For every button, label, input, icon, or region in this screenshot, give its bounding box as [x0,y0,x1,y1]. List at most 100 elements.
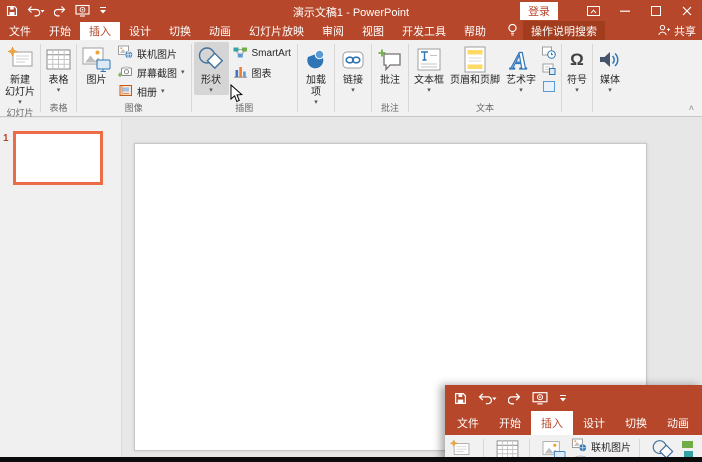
title-bar: 演示文稿1 - PowerPoint 登录 [0,0,702,22]
start-slideshow-icon[interactable] [532,391,548,405]
tab-help[interactable]: 帮助 [455,22,495,40]
lightbulb-icon [507,23,518,40]
group-label-text: 文本 [409,102,561,116]
picture-button[interactable]: 图片 [79,42,114,87]
tab-review[interactable]: 审阅 [313,22,353,40]
tab-insert[interactable]: 插入 [80,22,120,40]
customize-qat-icon[interactable] [559,394,567,403]
person-icon [657,24,670,39]
new-slide-button[interactable]: 新建 幻灯片 ▾ [2,42,38,107]
shapes-label: 形状 [201,75,221,87]
minimize-button[interactable] [609,0,640,22]
wordart-button[interactable]: A 艺术字 ▾ [503,42,539,95]
dropdown-arrow-icon: ▾ [427,87,431,95]
svg-text:A: A [509,48,528,73]
mini-tab-transitions[interactable]: 切换 [615,411,657,435]
bottom-black-strip [0,457,702,462]
save-icon[interactable] [454,392,467,405]
table-label: 表格 [49,75,69,87]
dropdown-arrow-icon: ▾ [161,88,165,96]
group-label-addins [298,107,334,116]
tab-developer[interactable]: 开发工具 [393,22,455,40]
shapes-icon [197,44,226,75]
smartart-button[interactable]: SmartArt [229,44,295,63]
photo-album-button[interactable]: 相册 ▾ [114,82,189,101]
ribbon-display-options-icon[interactable] [578,0,609,22]
link-label: 链接 [343,75,363,87]
media-icon [598,44,622,75]
group-comments: 批注 批注 [372,40,408,116]
symbol-button[interactable]: Ω 符号 ▾ [564,42,590,95]
undo-icon[interactable] [478,392,497,405]
share-button[interactable]: 共享 [657,22,696,40]
object-button[interactable] [541,79,557,94]
mini-tab-insert[interactable]: 插入 [531,411,573,435]
addins-label: 加载 项 [306,75,326,99]
chart-icon [233,65,248,81]
redo-icon[interactable] [508,392,521,405]
tab-design[interactable]: 设计 [120,22,160,40]
tell-me[interactable]: 操作说明搜索 [507,22,605,40]
collapse-ribbon-chevron[interactable]: ˄ [689,103,694,113]
date-time-button[interactable] [541,45,557,60]
group-label-slides: 幻灯片 [0,107,40,120]
save-icon[interactable] [6,5,18,17]
group-separator [639,439,640,459]
dropdown-arrow-icon: ▾ [57,87,61,95]
shapes-button[interactable]: 形状 ▾ [194,42,229,95]
symbol-label: 符号 [567,75,587,87]
tab-home[interactable]: 开始 [40,22,80,40]
group-label-symbols [562,102,592,116]
dropdown-arrow-icon: ▾ [519,87,523,95]
slide-thumbnail-1[interactable] [13,131,103,185]
new-slide-label: 新建 幻灯片 [5,75,35,99]
header-footer-button[interactable]: 页眉和页脚 [447,42,503,87]
group-label-links [335,102,371,116]
mini-tab-design[interactable]: 设计 [573,411,615,435]
maximize-button[interactable] [640,0,671,22]
slide-number-button[interactable] [541,62,557,77]
login-button[interactable]: 登录 [520,2,558,20]
mini-tab-file[interactable]: 文件 [447,411,489,435]
images-small-buttons: 联机图片 屏幕截图 ▾ 相册 ▾ [114,42,189,101]
mini-tab-animations[interactable]: 动画 [657,411,699,435]
group-label-images: 图像 [77,102,191,116]
tab-file[interactable]: 文件 [0,22,40,40]
tab-animations[interactable]: 动画 [200,22,240,40]
addins-button[interactable]: 加载 项 ▾ [300,42,332,107]
tab-view[interactable]: 视图 [353,22,393,40]
table-button[interactable]: 表格 ▾ [43,42,74,95]
textbox-button[interactable]: 文本框 ▾ [411,42,447,95]
mini-ribbon-tab-row: 文件 开始 插入 设计 切换 动画 幻灯片放映 [445,411,702,435]
media-button[interactable]: 媒体 ▾ [595,42,625,95]
customize-qat-icon[interactable] [99,6,107,15]
group-illustrations: 形状 ▾ SmartArt 图表 插图 [192,40,297,116]
dropdown-arrow-icon: ▾ [209,87,213,95]
group-links: 链接 ▾ [335,40,371,116]
wordart-label: 艺术字 [506,75,536,87]
start-slideshow-icon[interactable] [75,4,90,17]
tab-slideshow[interactable]: 幻灯片放映 [240,22,313,40]
screenshot-button[interactable]: 屏幕截图 ▾ [114,63,189,82]
online-pictures-button[interactable]: 联机图片 [572,438,631,454]
comment-button[interactable]: 批注 [374,42,406,87]
undo-icon[interactable] [27,5,45,17]
mini-tab-home[interactable]: 开始 [489,411,531,435]
chart-button[interactable]: 图表 [229,63,295,82]
tab-transitions[interactable]: 切换 [160,22,200,40]
dropdown-arrow-icon: ▾ [314,99,318,107]
link-icon [340,44,366,75]
group-slides: 新建 幻灯片 ▾ 幻灯片 [0,40,40,116]
online-pictures-icon [118,45,133,62]
mini-powerpoint-window[interactable]: 文件 开始 插入 设计 切换 动画 幻灯片放映 联机图片 屏幕截图 [445,385,702,462]
online-pictures-button[interactable]: 联机图片 [114,44,189,63]
tell-me-label: 操作说明搜索 [523,21,605,41]
screenshot-label: 屏幕截图 [137,65,177,80]
ribbon-insert: 新建 幻灯片 ▾ 幻灯片 表格 ▾ 表格 图片 [0,40,702,117]
ribbon-tab-row: 文件 开始 插入 设计 切换 动画 幻灯片放映 审阅 视图 开发工具 帮助 操作… [0,22,702,40]
slide-number: 1 [3,133,9,144]
close-button[interactable] [671,0,702,22]
link-button[interactable]: 链接 ▾ [337,42,369,95]
redo-icon[interactable] [54,5,66,17]
header-footer-label: 页眉和页脚 [450,75,500,87]
